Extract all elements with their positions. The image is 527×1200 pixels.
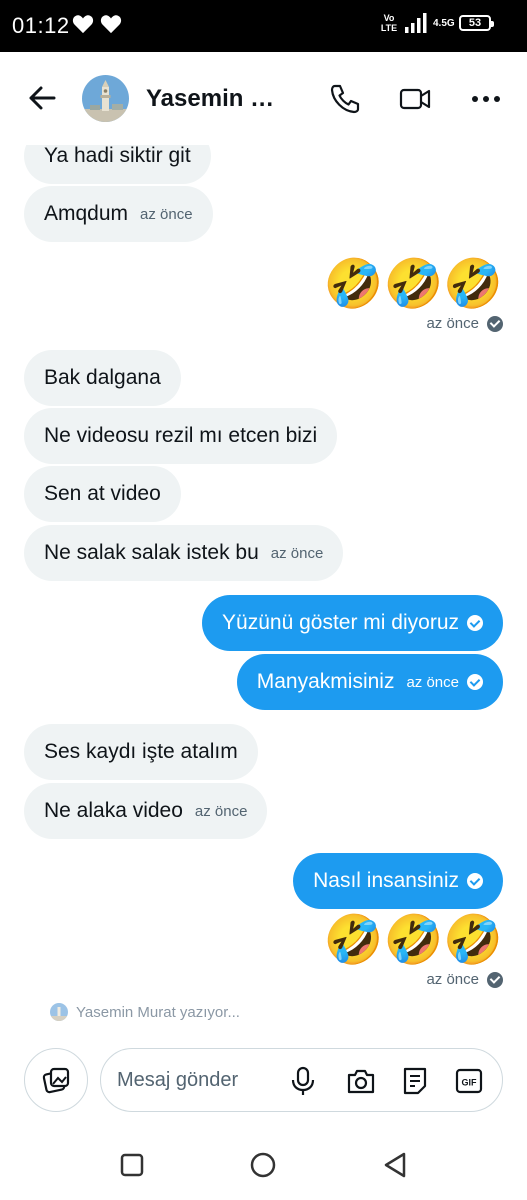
gallery-button[interactable] <box>24 1048 88 1112</box>
message-incoming[interactable]: Ne alaka video az önce <box>24 783 268 839</box>
contact-name[interactable]: Yasemin Murat <box>146 85 276 113</box>
battery-icon: 53 <box>459 15 494 31</box>
typing-indicator: Yasemin Murat yazıyor... <box>50 1003 240 1021</box>
avatar[interactable] <box>82 75 129 122</box>
message-composer[interactable]: GIF <box>100 1048 503 1112</box>
message-outgoing-emoji[interactable]: 🤣🤣🤣 <box>324 257 503 313</box>
message-outgoing-emoji[interactable]: 🤣🤣🤣 <box>324 913 503 969</box>
message-time: az önce <box>140 205 193 223</box>
message-outgoing[interactable]: Nasıl insansiniz <box>293 853 503 909</box>
message-incoming[interactable]: Ses kaydı işte atalım <box>24 724 258 780</box>
message-incoming[interactable]: Amqdum az önce <box>24 186 213 242</box>
home-icon[interactable] <box>248 1150 278 1180</box>
notification-icons <box>72 14 122 34</box>
volte-icon: Vo LTE <box>380 13 398 33</box>
message-text: Nasıl insansiniz <box>313 869 459 892</box>
message-outgoing[interactable]: Manyakmisiniz az önce <box>236 654 503 710</box>
message-meta: az önce <box>426 315 503 332</box>
message-time: az önce <box>270 544 324 562</box>
message-time: az önce <box>406 673 459 691</box>
avatar <box>50 1003 68 1021</box>
status-icons: Vo LTE 4.5G 53 <box>379 13 494 33</box>
battery-level: 53 <box>468 17 482 29</box>
message-text: Amqdum <box>44 202 129 225</box>
message-incoming[interactable]: Sen at video <box>24 466 181 522</box>
read-check-icon <box>467 873 483 889</box>
phone-icon[interactable] <box>328 82 362 116</box>
message-time: az önce <box>194 802 248 820</box>
gallery-icon <box>42 1067 70 1094</box>
read-check-icon <box>467 615 483 631</box>
gif-label: GIF <box>462 1078 478 1088</box>
system-nav-bar <box>0 1130 527 1200</box>
back-nav-icon[interactable] <box>380 1150 410 1180</box>
read-check-icon <box>487 971 503 988</box>
message-list[interactable]: Ya hadi siktir git Amqdum az önce 🤣🤣🤣 az… <box>0 145 527 1030</box>
status-bar: 01:12 Vo LTE 4.5G 53 <box>0 0 527 52</box>
network-type: 4.5G <box>433 17 455 29</box>
note-icon[interactable] <box>399 1065 431 1097</box>
camera-icon[interactable] <box>345 1065 377 1097</box>
more-horizontal-icon[interactable] <box>469 82 503 116</box>
message-input[interactable] <box>117 1065 277 1095</box>
message-incoming[interactable]: Bak dalgana <box>24 350 181 406</box>
message-time: az önce <box>426 971 479 988</box>
gif-icon[interactable]: GIF <box>453 1065 485 1097</box>
rofl-emoji: 🤣🤣🤣 <box>323 258 503 311</box>
message-text: Ne salak salak istek bu <box>44 541 259 564</box>
message-text: Ses kaydı işte atalım <box>44 740 238 763</box>
read-check-icon <box>467 674 483 690</box>
rofl-emoji: 🤣🤣🤣 <box>323 914 503 967</box>
message-incoming[interactable]: Ne salak salak istek bu az önce <box>24 525 344 581</box>
message-time: az önce <box>426 315 479 332</box>
heart-icon <box>100 15 122 34</box>
message-text: Ne alaka video <box>44 799 183 822</box>
message-text: Yüzünü göster mi diyoruz <box>222 611 459 634</box>
clock-tower-image <box>82 75 129 122</box>
heart-icon <box>72 15 94 34</box>
video-camera-icon[interactable] <box>398 82 432 116</box>
message-text: Ne videosu rezil mı etcen bizi <box>44 424 318 447</box>
message-text: Bak dalgana <box>44 366 161 389</box>
message-incoming[interactable]: Ya hadi siktir git <box>24 145 211 184</box>
message-meta: az önce <box>426 971 503 988</box>
message-outgoing[interactable]: Yüzünü göster mi diyoruz <box>202 595 503 651</box>
microphone-icon[interactable] <box>287 1065 319 1097</box>
typing-text: Yasemin Murat yazıyor... <box>76 1003 240 1021</box>
recents-icon[interactable] <box>117 1150 147 1180</box>
status-time: 01:12 <box>12 13 70 38</box>
read-check-icon <box>487 315 503 332</box>
message-text: Ya hadi siktir git <box>44 145 191 167</box>
arrow-left-icon[interactable] <box>24 80 60 116</box>
message-text: Manyakmisiniz <box>256 670 395 693</box>
message-incoming[interactable]: Ne videosu rezil mı etcen bizi <box>24 408 338 464</box>
signal-icon <box>405 13 427 33</box>
conversation-header: Yasemin Murat <box>0 52 527 145</box>
message-text: Sen at video <box>44 482 161 505</box>
